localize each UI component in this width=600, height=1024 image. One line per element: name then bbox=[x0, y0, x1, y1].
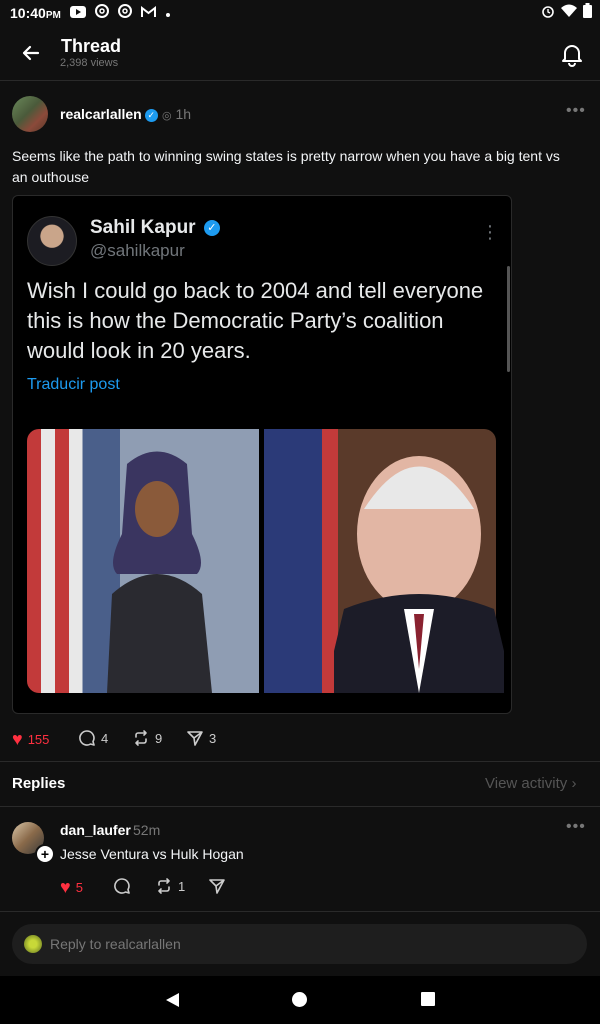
reply-text: Jesse Ventura vs Hulk Hogan bbox=[60, 846, 244, 862]
photo-right bbox=[264, 429, 504, 693]
notification-icons bbox=[70, 4, 171, 22]
follow-plus-icon[interactable]: + bbox=[35, 844, 55, 864]
verified-icon: ✓ bbox=[144, 108, 158, 122]
alarm-icon bbox=[541, 4, 555, 21]
view-count: 2,398 views bbox=[60, 57, 119, 69]
reply-input[interactable]: Reply to realcarlallen bbox=[12, 924, 587, 964]
like-button[interactable]: ♥ 5 bbox=[60, 877, 83, 898]
repost-icon bbox=[158, 878, 170, 894]
repost-count: 1 bbox=[178, 878, 186, 894]
navigation-bar bbox=[0, 976, 600, 1024]
share-count: 3 bbox=[209, 730, 217, 746]
threads-icon bbox=[95, 4, 109, 22]
bell-icon bbox=[562, 45, 582, 67]
heart-icon: ♥ bbox=[60, 877, 71, 897]
verified-icon: ✓ bbox=[203, 219, 220, 236]
header-divider bbox=[0, 80, 600, 81]
send-icon bbox=[209, 879, 225, 894]
youtube-icon bbox=[70, 4, 86, 22]
post-timestamp: ◎ 1h bbox=[162, 106, 192, 122]
share-button[interactable]: 3 bbox=[186, 729, 216, 747]
scrollbar bbox=[507, 266, 510, 372]
heart-icon: ♥ bbox=[12, 729, 23, 749]
more-options-button[interactable]: ••• bbox=[566, 102, 586, 120]
person-photo bbox=[107, 451, 212, 693]
post-username[interactable]: realcarlallen ✓ bbox=[60, 106, 158, 122]
chevron-right-icon: › bbox=[571, 775, 577, 792]
system-icons bbox=[541, 3, 592, 21]
replies-heading: Replies bbox=[12, 775, 66, 792]
tweet-handle: @sahilkapur bbox=[90, 241, 185, 260]
send-icon bbox=[187, 731, 203, 746]
view-activity-link[interactable]: View activity › bbox=[485, 775, 576, 792]
arrow-left-icon bbox=[22, 45, 40, 61]
comment-button[interactable]: 4 bbox=[78, 729, 108, 747]
reply-username[interactable]: dan_laufer bbox=[60, 822, 131, 838]
share-button[interactable] bbox=[208, 877, 226, 895]
threads-icon bbox=[118, 4, 132, 22]
dot-icon bbox=[165, 4, 171, 22]
embedded-image[interactable]: Sahil Kapur ✓ @sahilkapur ⋮ Wish I could… bbox=[12, 195, 512, 714]
repost-icon bbox=[135, 730, 147, 746]
status-bar: 10:40PM bbox=[0, 0, 600, 26]
gmail-icon bbox=[141, 4, 156, 22]
repost-button[interactable]: 9 bbox=[132, 729, 162, 747]
post-text: Seems like the path to winning swing sta… bbox=[12, 148, 560, 185]
photo-left bbox=[27, 429, 259, 693]
comment-icon bbox=[79, 730, 95, 746]
avatar[interactable] bbox=[12, 96, 48, 132]
person-photo bbox=[334, 456, 504, 693]
reply-timestamp: 52m bbox=[133, 822, 161, 838]
section-divider bbox=[0, 806, 600, 807]
comment-icon bbox=[114, 878, 130, 894]
status-time: 10:40PM bbox=[10, 5, 61, 21]
more-options-button[interactable]: ••• bbox=[566, 818, 586, 836]
nav-home-icon[interactable] bbox=[292, 992, 307, 1007]
translate-link: Traducir post bbox=[27, 376, 120, 393]
page-title: Thread bbox=[61, 36, 122, 56]
repost-count: 9 bbox=[155, 730, 163, 746]
reply-input-placeholder: Reply to realcarlallen bbox=[50, 936, 181, 952]
section-divider bbox=[0, 911, 600, 912]
back-button[interactable] bbox=[16, 38, 46, 68]
notification-bell-button[interactable] bbox=[558, 40, 586, 68]
nav-recents-icon[interactable] bbox=[421, 992, 435, 1006]
like-count: 155 bbox=[27, 732, 50, 747]
comment-button[interactable] bbox=[113, 877, 131, 895]
nav-back-icon[interactable] bbox=[164, 992, 180, 1008]
battery-icon bbox=[583, 3, 592, 21]
section-divider bbox=[0, 761, 600, 762]
like-button[interactable]: ♥ 155 bbox=[12, 729, 49, 750]
repost-button[interactable]: 1 bbox=[155, 877, 185, 895]
avatar bbox=[24, 935, 42, 953]
threads-icon: ◎ bbox=[162, 110, 172, 122]
tweet-text: Wish I could go back to 2004 and tell ev… bbox=[27, 278, 484, 363]
comment-count: 4 bbox=[101, 730, 109, 746]
tweet-author-name: Sahil Kapur ✓ bbox=[90, 217, 220, 239]
wifi-icon bbox=[561, 4, 577, 21]
more-vertical-icon: ⋮ bbox=[481, 222, 499, 242]
like-count: 5 bbox=[75, 880, 83, 895]
tweet-avatar bbox=[27, 216, 77, 266]
